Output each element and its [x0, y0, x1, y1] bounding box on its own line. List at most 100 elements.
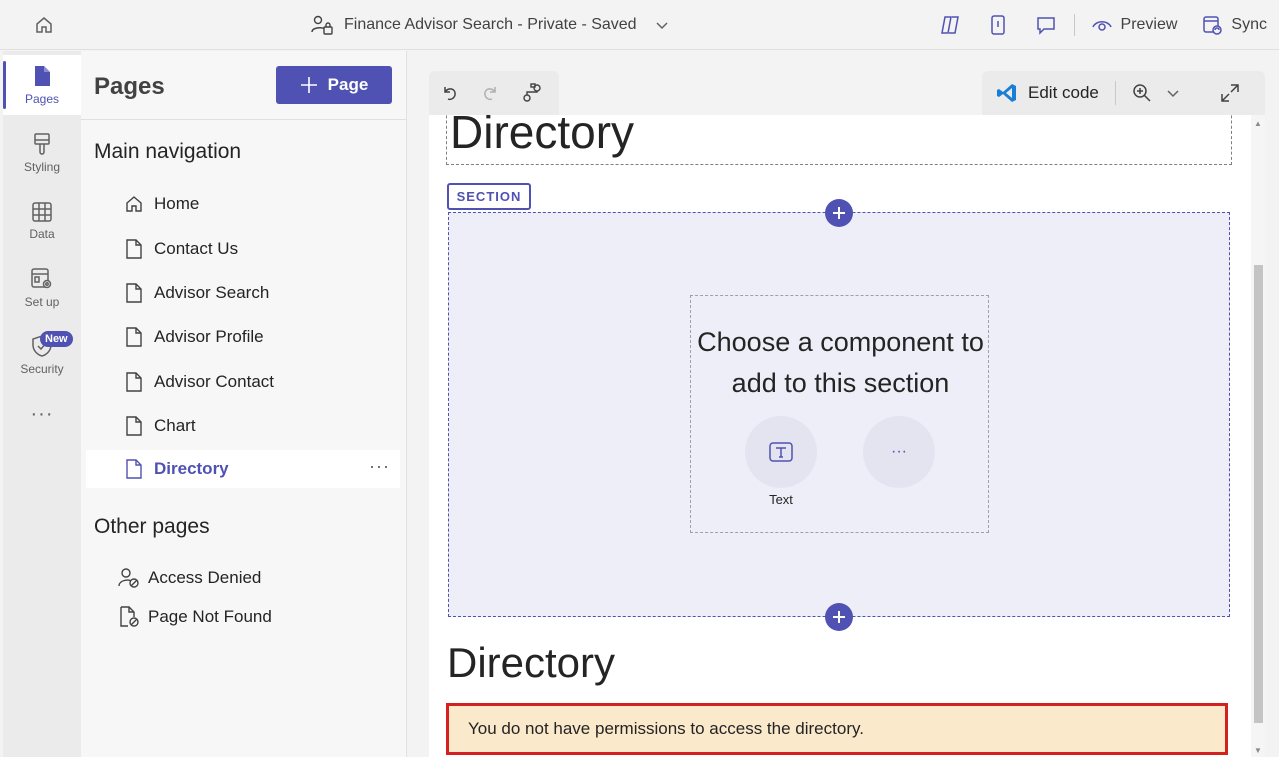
- document-icon: [124, 327, 144, 347]
- nav-item-advisor-search[interactable]: Advisor Search: [86, 274, 400, 312]
- sync-label: Sync: [1231, 16, 1267, 33]
- canvas-scrollbar[interactable]: ▲ ▼: [1251, 115, 1265, 757]
- table-icon: [31, 201, 53, 223]
- canvas-area: Edit code Directory Choose a component t…: [407, 51, 1279, 757]
- nav-item-directory[interactable]: Directory ···: [86, 450, 400, 488]
- nav-item-advisor-profile[interactable]: Advisor Profile: [86, 318, 400, 356]
- home-icon: [124, 194, 144, 214]
- pages-panel: Pages Page Main navigation Home Contact …: [81, 51, 407, 757]
- new-badge: New: [40, 331, 73, 347]
- vscode-icon: [996, 82, 1018, 104]
- rail-item-pages[interactable]: Pages: [3, 55, 81, 115]
- sitemap-icon[interactable]: [521, 82, 543, 104]
- nav-item-label: Contact Us: [154, 239, 239, 258]
- edit-code-label: Edit code: [1028, 83, 1099, 102]
- page-icon: [32, 64, 52, 88]
- left-rail: Pages Styling Data Set up Security New ·…: [3, 51, 81, 757]
- zoom-in-icon: [1132, 83, 1152, 103]
- rail-label: Data: [29, 227, 55, 241]
- document-icon: [124, 239, 144, 259]
- document-icon: [124, 283, 144, 303]
- scroll-down-icon[interactable]: ▼: [1254, 746, 1262, 755]
- component-chooser: Choose a component to add to this sectio…: [690, 295, 989, 533]
- other-pages-heading: Other pages: [94, 515, 210, 538]
- canvas-toolbar-right: Edit code: [982, 71, 1265, 115]
- heading-bottom[interactable]: Directory: [447, 639, 615, 687]
- zoom-dropdown[interactable]: [1132, 83, 1180, 103]
- section-tag[interactable]: SECTION: [447, 183, 531, 210]
- sync-button[interactable]: Sync: [1201, 14, 1267, 36]
- nav-item-contact-us[interactable]: Contact Us: [86, 230, 400, 268]
- page-more-options-button[interactable]: ···: [369, 456, 390, 477]
- document-icon: [124, 372, 144, 392]
- toolbar-divider: [1114, 81, 1116, 105]
- site-title: Finance Advisor Search - Private - Saved: [344, 16, 637, 33]
- plus-icon: [300, 76, 318, 94]
- add-text-component-button[interactable]: [745, 416, 817, 488]
- nav-item-label: Directory: [154, 459, 229, 478]
- copilot-icon[interactable]: [938, 13, 962, 37]
- more-components-button[interactable]: ···: [863, 416, 935, 488]
- top-bar: Finance Advisor Search - Private - Saved…: [0, 0, 1279, 50]
- section-container[interactable]: Choose a component to add to this sectio…: [448, 212, 1230, 617]
- nav-item-label: Access Denied: [148, 568, 262, 587]
- home-icon[interactable]: [33, 14, 55, 36]
- document-icon: [124, 416, 144, 436]
- undo-icon[interactable]: [441, 84, 459, 102]
- nav-item-label: Page Not Found: [148, 607, 272, 626]
- rail-item-setup[interactable]: Set up: [3, 258, 81, 318]
- rail-item-data[interactable]: Data: [3, 191, 81, 251]
- rail-label: Security: [20, 362, 64, 376]
- rail-label: Set up: [24, 295, 60, 309]
- nav-item-chart[interactable]: Chart: [86, 407, 400, 445]
- nav-item-label: Advisor Profile: [154, 327, 264, 346]
- document-blocked-icon: [118, 606, 140, 628]
- expand-icon[interactable]: [1220, 83, 1240, 103]
- document-icon: [124, 459, 144, 479]
- nav-item-label: Advisor Contact: [154, 372, 274, 391]
- comment-icon[interactable]: [1034, 13, 1058, 37]
- person-blocked-icon: [118, 567, 140, 589]
- rail-item-security[interactable]: Security New: [3, 325, 81, 385]
- brush-icon: [32, 132, 52, 156]
- main-navigation-heading: Main navigation: [94, 140, 242, 163]
- site-title-dropdown[interactable]: Finance Advisor Search - Private - Saved: [310, 14, 669, 36]
- rail-item-styling[interactable]: Styling: [3, 123, 81, 183]
- text-icon: [768, 441, 794, 463]
- scroll-up-icon[interactable]: ▲: [1254, 119, 1262, 128]
- pages-panel-title: Pages: [94, 73, 165, 100]
- toolbar-divider: [1073, 14, 1075, 36]
- heading-top-container[interactable]: Directory: [446, 115, 1232, 165]
- chooser-prompt: Choose a component to add to this sectio…: [697, 327, 984, 398]
- add-section-above-button[interactable]: [825, 199, 853, 227]
- nav-item-access-denied[interactable]: Access Denied: [86, 561, 400, 595]
- canvas-toolbar-left: [429, 71, 559, 115]
- alert-text: You do not have permissions to access th…: [468, 719, 864, 738]
- preview-label: Preview: [1120, 16, 1178, 33]
- mobile-icon[interactable]: [986, 13, 1010, 37]
- add-section-below-button[interactable]: [825, 603, 853, 631]
- sync-icon: [1201, 14, 1223, 36]
- add-page-button[interactable]: Page: [276, 66, 392, 104]
- nav-item-page-not-found[interactable]: Page Not Found: [86, 600, 400, 634]
- pages-panel-header: Pages Page: [81, 51, 406, 120]
- chevron-down-icon: [655, 18, 669, 32]
- permission-alert[interactable]: You do not have permissions to access th…: [446, 703, 1228, 755]
- plus-icon: [832, 206, 846, 220]
- scroll-thumb[interactable]: [1254, 265, 1263, 723]
- rail-label: Styling: [23, 160, 61, 174]
- settings-icon: [30, 267, 54, 291]
- page-canvas[interactable]: Directory Choose a component to add to t…: [429, 115, 1265, 757]
- plus-icon: [832, 610, 846, 624]
- nav-item-label: Chart: [154, 416, 196, 435]
- nav-item-home[interactable]: Home: [86, 185, 400, 223]
- rail-more-button[interactable]: ···: [3, 403, 81, 426]
- redo-icon[interactable]: [481, 84, 499, 102]
- site-lock-icon: [310, 14, 334, 36]
- chevron-down-icon: [1166, 86, 1180, 100]
- preview-button[interactable]: Preview: [1091, 14, 1178, 36]
- edit-code-button[interactable]: Edit code: [996, 82, 1099, 104]
- heading-top: Directory: [450, 115, 635, 158]
- nav-item-advisor-contact[interactable]: Advisor Contact: [86, 363, 400, 401]
- rail-label: Pages: [24, 92, 60, 106]
